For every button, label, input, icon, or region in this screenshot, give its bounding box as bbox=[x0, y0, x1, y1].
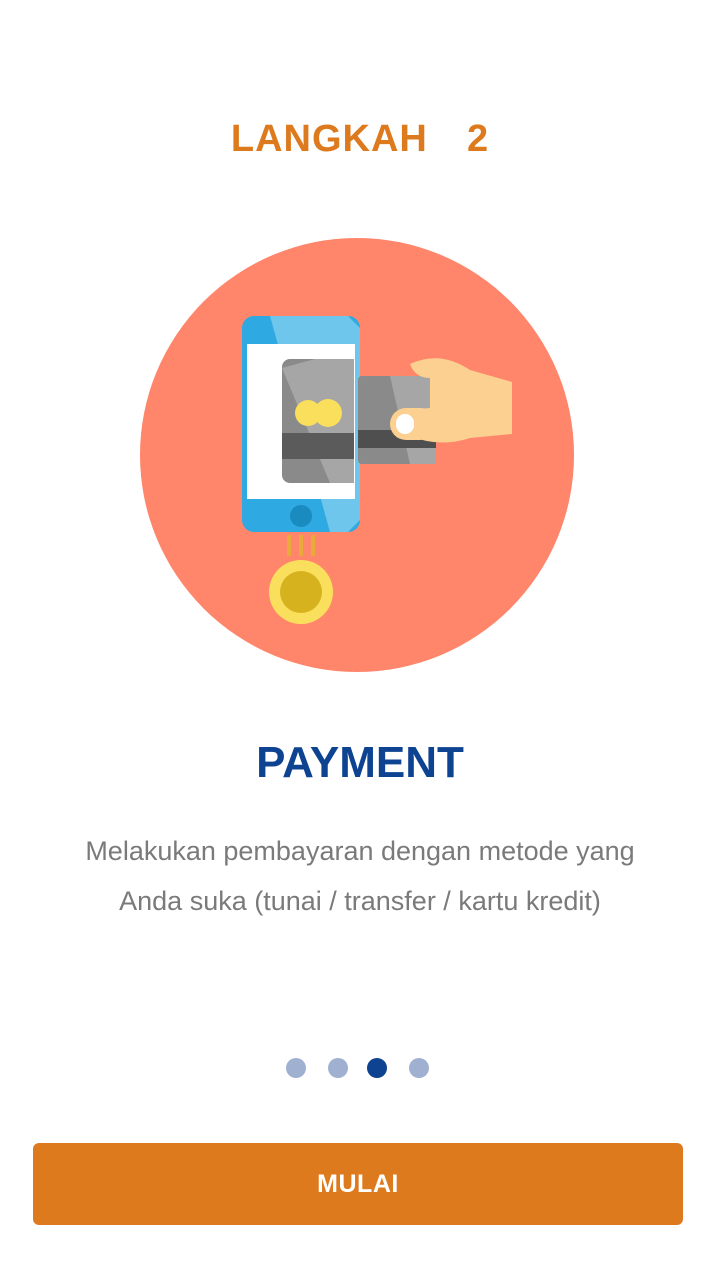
payment-illustration bbox=[140, 238, 574, 672]
page-description: Melakukan pembayaran dengan metode yang … bbox=[85, 836, 635, 916]
start-button[interactable]: MULAI bbox=[33, 1143, 683, 1225]
page-heading: PAYMENT bbox=[256, 738, 464, 787]
page-dot-4[interactable] bbox=[409, 1058, 429, 1078]
page-dot-3[interactable] bbox=[367, 1058, 387, 1078]
coin-icon bbox=[269, 560, 333, 624]
page-indicator bbox=[0, 1057, 720, 1079]
card-on-screen-icon bbox=[282, 359, 354, 483]
page-dot-2[interactable] bbox=[328, 1058, 348, 1078]
mobile-card-payment-icon bbox=[140, 238, 574, 672]
page-dot-1[interactable] bbox=[286, 1058, 306, 1078]
step-title: LANGKAH 2 bbox=[230, 118, 490, 160]
